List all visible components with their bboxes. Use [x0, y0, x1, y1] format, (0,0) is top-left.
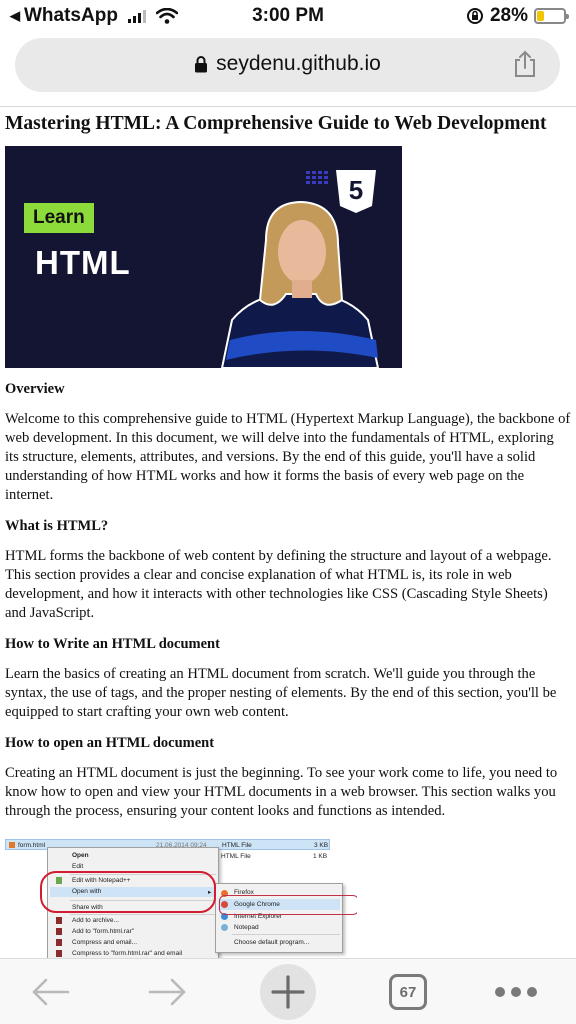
context-menu-item: Add to "form.html.rar" [72, 928, 135, 935]
tabs-button[interactable]: 67 [380, 959, 436, 1024]
status-bar: ◀ WhatsApp 3:00 PM 28% [0, 0, 576, 32]
submenu-item: Notepad [234, 924, 259, 931]
page-content: Mastering HTML: A Comprehensive Guide to… [5, 112, 571, 959]
more-dots-icon [495, 987, 537, 997]
context-menu-item: Compress and email... [72, 939, 138, 946]
orientation-lock-icon [466, 8, 483, 24]
open-with-screenshot: form.html 21.06.2014 09:24 HTML File 3 K… [5, 839, 357, 959]
new-tab-button[interactable] [260, 959, 316, 1024]
battery-level [537, 11, 545, 21]
hero-html-text: HTML [35, 244, 131, 281]
section-paragraph: Creating an HTML document is just the be… [5, 765, 558, 819]
section-paragraph: Learn the basics of creating an HTML doc… [5, 666, 557, 720]
person-photo [220, 200, 380, 368]
plus-icon [271, 975, 305, 1009]
lock-icon [195, 56, 208, 73]
battery-icon [534, 8, 569, 24]
submenu-item: Choose default program... [234, 939, 310, 946]
section-heading: Overview [5, 381, 65, 397]
context-menu-item: Open [72, 852, 89, 859]
hero-learn-badge: Learn [24, 203, 94, 233]
open-with-submenu: Firefox Google Chrome Internet Explorer … [215, 883, 343, 953]
address-bar[interactable]: seydenu.github.io [15, 38, 560, 92]
more-menu-button[interactable] [488, 959, 544, 1024]
toolbar-divider [0, 106, 576, 107]
section-paragraph: Welcome to this comprehensive guide to H… [5, 411, 571, 503]
arrow-right-icon [148, 978, 186, 1006]
section-paragraph: HTML forms the backbone of web content b… [5, 548, 552, 621]
bottom-toolbar: 67 [0, 958, 576, 1024]
context-menu-item: Edit [72, 863, 84, 870]
section-heading: How to Write an HTML document [5, 636, 220, 652]
section-heading: What is HTML? [5, 518, 109, 534]
hero-image: Learn HTML 5 [5, 146, 402, 368]
new-tab-circle [260, 964, 316, 1020]
forward-button[interactable] [140, 959, 196, 1024]
section-heading: How to open an HTML document [5, 735, 215, 751]
tab-count-badge: 67 [389, 974, 427, 1010]
context-menu-item: Compress to "form.html.rar" and email [72, 950, 183, 957]
file-row: HTML File 1 KB [221, 853, 328, 860]
arrow-left-icon [32, 978, 70, 1006]
back-button[interactable] [22, 959, 78, 1024]
url-text: seydenu.github.io [216, 52, 381, 75]
battery-percent: 28% [489, 5, 528, 26]
annotation-outline [219, 895, 357, 915]
context-menu-item: Add to archive... [72, 917, 119, 924]
annotation-oval [40, 871, 216, 913]
share-icon[interactable] [512, 50, 538, 78]
page-title: Mastering HTML: A Comprehensive Guide to… [5, 113, 547, 134]
